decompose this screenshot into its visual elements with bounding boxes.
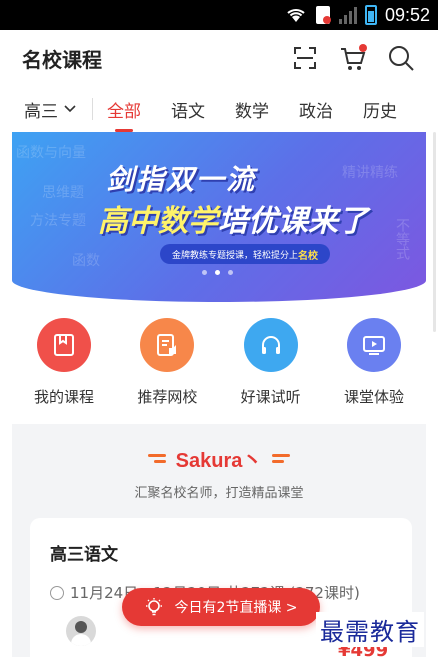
sim-card-icon xyxy=(315,6,331,24)
entry-label: 推荐网校 xyxy=(137,388,198,406)
banner-headline-2: 高中数学培优课来了 xyxy=(98,196,368,240)
pagination-dot[interactable] xyxy=(228,270,233,275)
headphone-icon xyxy=(243,318,298,372)
entry-label: 我的课程 xyxy=(33,388,94,406)
section-title: Sakura丶 xyxy=(12,444,426,473)
banner-bg-word: 思维题 xyxy=(42,185,84,201)
title-decoration-left xyxy=(147,451,166,466)
tab-politics[interactable]: 政治 xyxy=(299,97,333,122)
banner-tagline: 金牌教练专题授课，轻松提分上 名校 xyxy=(160,244,331,264)
app-header: 名校课程 xyxy=(0,30,438,86)
title-decoration-right xyxy=(272,451,291,466)
entry-my-courses[interactable]: 我的课程 xyxy=(14,318,114,407)
entry-label: 课堂体验 xyxy=(343,388,404,406)
live-class-button[interactable]: 今日有2节直播课 > xyxy=(122,588,320,626)
course-title: 高三语文 xyxy=(50,545,118,565)
clock-icon xyxy=(50,585,64,600)
signal-icon xyxy=(338,6,357,24)
grade-selector[interactable]: 高三 xyxy=(24,97,76,122)
book-icon xyxy=(37,318,91,372)
search-icon[interactable] xyxy=(386,43,416,73)
banner-bg-word: 方法专题 xyxy=(30,213,86,229)
status-time: 09:52 xyxy=(384,4,430,25)
watermark: 最需教育 xyxy=(316,612,424,647)
banner-bg-word: 函数与向量 xyxy=(16,145,86,161)
recommend-icon xyxy=(140,318,195,372)
video-icon xyxy=(346,318,401,372)
lightbulb-icon xyxy=(146,598,163,616)
teacher-avatar xyxy=(66,616,96,646)
entry-class-experience[interactable]: 课堂体验 xyxy=(324,318,424,407)
chevron-down-icon xyxy=(64,105,76,113)
entry-recommended-schools[interactable]: 推荐网校 xyxy=(117,318,217,407)
banner-bg-word: 精讲精练 xyxy=(342,165,398,181)
tab-math[interactable]: 数学 xyxy=(235,97,269,122)
entry-label: 好课试听 xyxy=(240,388,301,406)
promo-banner[interactable]: 函数与向量 思维题 方法专题 函数 不等式 精讲精练 剑指双一流 高中数学培优课… xyxy=(12,132,426,302)
section-subtitle: 汇聚名校名师，打造精品课堂 xyxy=(134,486,304,501)
cart-icon[interactable] xyxy=(338,43,368,73)
quick-entries: 我的课程 推荐网校 好课试听 课堂体验 xyxy=(14,318,424,407)
section-brand: Sakura丶 xyxy=(175,450,263,472)
entry-trial-courses[interactable]: 好课试听 xyxy=(221,318,321,407)
banner-tagline-highlight: 名校 xyxy=(298,250,319,262)
banner-headline-1: 剑指双一流 xyxy=(106,163,257,196)
grade-label: 高三 xyxy=(24,101,58,122)
status-bar: 09:52 xyxy=(0,0,438,30)
tab-history[interactable]: 历史 xyxy=(363,97,397,122)
subject-tabs: 高三 全部 语文 数学 政治 历史 xyxy=(0,88,438,130)
banner-pagination xyxy=(202,270,233,275)
wifi-icon xyxy=(287,9,305,22)
pagination-dot[interactable] xyxy=(202,270,207,275)
page-title: 名校课程 xyxy=(22,47,102,72)
live-class-label: 今日有2节直播课 > xyxy=(174,600,298,616)
tab-divider xyxy=(92,98,93,120)
banner-bg-word: 函数 xyxy=(72,253,100,269)
tab-chinese[interactable]: 语文 xyxy=(171,97,205,122)
banner-headline-2-highlight: 高中数学 xyxy=(98,204,218,239)
banner-headline-2-rest: 培优课来了 xyxy=(218,204,368,239)
banner-bg-word: 不等式 xyxy=(394,218,410,260)
battery-icon xyxy=(364,5,377,25)
banner-tagline-text: 金牌教练专题授课，轻松提分上 xyxy=(172,250,299,261)
tab-all[interactable]: 全部 xyxy=(107,97,141,122)
pagination-dot-active[interactable] xyxy=(215,270,220,275)
scrollbar[interactable] xyxy=(433,132,436,332)
scan-icon[interactable] xyxy=(290,43,320,73)
